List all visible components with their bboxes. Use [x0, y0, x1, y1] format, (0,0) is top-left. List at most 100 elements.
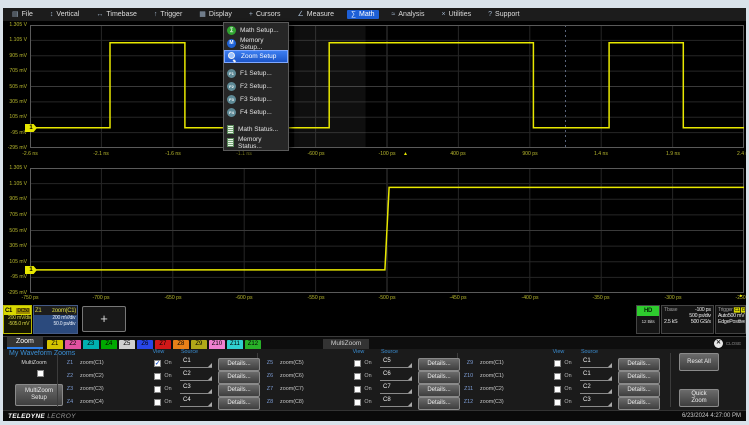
details-button[interactable]: Details... [418, 397, 460, 410]
x-axis-label: 400 ps [451, 151, 466, 156]
trigger-offscreen-marker: ▸ [740, 294, 743, 299]
source-select[interactable]: C2 [180, 371, 212, 381]
x-axis-label: 900 ps [522, 151, 537, 156]
menu-file[interactable]: ▤File [8, 10, 37, 19]
menu-item-label: Math Setup... [240, 27, 279, 34]
tab-z5[interactable]: Z5 [119, 340, 135, 349]
reset-all-button[interactable]: Reset All [679, 353, 719, 371]
menu-item-zoom-setup[interactable]: Zoom Setup [224, 50, 288, 63]
tab-z8[interactable]: Z8 [173, 340, 189, 349]
details-button[interactable]: Details... [418, 358, 460, 371]
menu-display[interactable]: ▦Display [195, 10, 236, 19]
zoom-row-label: Z2 [57, 373, 73, 378]
hd-mode-descriptor[interactable]: HD 12 Bits [636, 305, 660, 334]
tbase-label: Tbase [664, 307, 677, 312]
details-button[interactable]: Details... [618, 384, 660, 397]
source-select[interactable]: C2 [580, 384, 612, 394]
menu-item-math-setup[interactable]: ∑Math Setup... [224, 24, 288, 37]
add-trace-button[interactable]: + [82, 306, 126, 332]
view-on-checkbox[interactable]: ✓ [154, 360, 161, 367]
source-select[interactable]: C3 [180, 384, 212, 394]
tab-z9[interactable]: Z9 [191, 340, 207, 349]
measure-icon: ∠ [297, 11, 303, 18]
tab-z11[interactable]: Z11 [227, 340, 243, 349]
menu-item-memory-setup[interactable]: MMemory Setup... [224, 37, 288, 50]
source-select[interactable]: C5 [380, 358, 412, 368]
tab-z6[interactable]: Z6 [137, 340, 153, 349]
menu-item-f1-setup[interactable]: F1F1 Setup... [224, 67, 288, 80]
view-on-checkbox[interactable] [554, 373, 561, 380]
tab-z4[interactable]: Z4 [101, 340, 117, 349]
view-on-checkbox[interactable] [554, 360, 561, 367]
menu-item-math-status[interactable]: Math Status... [224, 123, 288, 136]
view-on-checkbox[interactable] [554, 386, 561, 393]
view-on-checkbox[interactable] [354, 399, 361, 406]
panel-close[interactable]: ✕CLOSE [714, 339, 746, 349]
view-on-checkbox[interactable] [154, 399, 161, 406]
menu-item-memory-status[interactable]: Memory Status... [224, 136, 288, 149]
details-button[interactable]: Details... [418, 384, 460, 397]
tab-z12[interactable]: Z12 [245, 340, 261, 349]
menu-vertical[interactable]: ↕Vertical [46, 10, 83, 19]
source-select[interactable]: C4 [180, 397, 212, 407]
tab-z3[interactable]: Z3 [83, 340, 99, 349]
source-select[interactable]: C1 [580, 371, 612, 381]
menu-item-f4-setup[interactable]: F4F4 Setup... [224, 106, 288, 119]
tab-z10[interactable]: Z10 [209, 340, 225, 349]
tab-z2[interactable]: Z2 [65, 340, 81, 349]
view-on-checkbox[interactable] [154, 386, 161, 393]
y-axis-label: 105 mV [7, 115, 27, 120]
view-on-checkbox[interactable] [154, 373, 161, 380]
source-select[interactable]: C1 [180, 358, 212, 368]
trigger-descriptor[interactable]: Trigger C1DC Auto 500 mV Edge Positive [715, 305, 746, 334]
view-on-label: On [564, 360, 571, 365]
details-button[interactable]: Details... [218, 384, 260, 397]
menu-analysis[interactable]: ≈Analysis [388, 10, 429, 19]
details-button[interactable]: Details... [218, 358, 260, 371]
menu-item-f3-setup[interactable]: F3F3 Setup... [224, 93, 288, 106]
quick-zoom-button[interactable]: Quick Zoom [679, 389, 719, 407]
source-select[interactable]: C6 [380, 371, 412, 381]
waveform-grid-zoom[interactable] [30, 168, 744, 293]
details-button[interactable]: Details... [218, 371, 260, 384]
tab-multizoom[interactable]: MultiZoom [323, 339, 369, 349]
menu-utilities[interactable]: ×Utilities [437, 10, 475, 19]
source-select[interactable]: C1 [580, 358, 612, 368]
source-select[interactable]: C8 [380, 397, 412, 407]
zoom-row-function: zoom(C1) [80, 360, 104, 365]
view-on-checkbox[interactable] [354, 386, 361, 393]
trigger-label: Trigger [718, 307, 733, 312]
details-button[interactable]: Details... [418, 371, 460, 384]
tab-z7[interactable]: Z7 [155, 340, 171, 349]
details-button[interactable]: Details... [218, 397, 260, 410]
y-axis-label: 305 mV [7, 244, 27, 249]
tab-z1[interactable]: Z1 [47, 340, 63, 349]
source-select[interactable]: C7 [380, 384, 412, 394]
timebase-descriptor[interactable]: Tbase -100 ps 500 ps/div 2.5 kS 500 GS/s [661, 305, 714, 334]
source-column-header: Source [581, 349, 598, 354]
menu-item-f2-setup[interactable]: F2F2 Setup... [224, 80, 288, 93]
menu-math[interactable]: ∑Math [347, 10, 379, 19]
details-button[interactable]: Details... [618, 358, 660, 371]
details-button[interactable]: Details... [618, 397, 660, 410]
waveform-grid-main[interactable] [30, 25, 744, 148]
multizoom-checkbox[interactable] [37, 370, 44, 377]
channel-c1-descriptor[interactable]: C1 DC50 200 mV/div -505.0 mV [3, 305, 32, 334]
view-on-checkbox[interactable] [554, 399, 561, 406]
source-column-header: Source [381, 349, 398, 354]
zoom-row-label: Z3 [57, 386, 73, 391]
menu-measure[interactable]: ∠Measure [293, 10, 338, 19]
tab-zoom[interactable]: Zoom [7, 337, 43, 349]
menu-timebase[interactable]: ↔Timebase [92, 10, 140, 19]
menu-cursors[interactable]: +Cursors [245, 10, 285, 19]
details-button[interactable]: Details... [618, 371, 660, 384]
zoom-z1-descriptor[interactable]: Z1 zoom(C1) 200 mV/div 50.0 ps/div [33, 305, 78, 334]
x-axis-label: -2.1 ns [94, 151, 110, 156]
view-on-checkbox[interactable] [354, 373, 361, 380]
multizoom-setup-button[interactable]: MultiZoom Setup [15, 384, 63, 406]
y-axis-label: 305 mV [7, 99, 27, 104]
menu-trigger[interactable]: ↑Trigger [150, 10, 186, 19]
view-on-checkbox[interactable] [354, 360, 361, 367]
menu-support[interactable]: ?Support [484, 10, 523, 19]
source-select[interactable]: C3 [580, 397, 612, 407]
